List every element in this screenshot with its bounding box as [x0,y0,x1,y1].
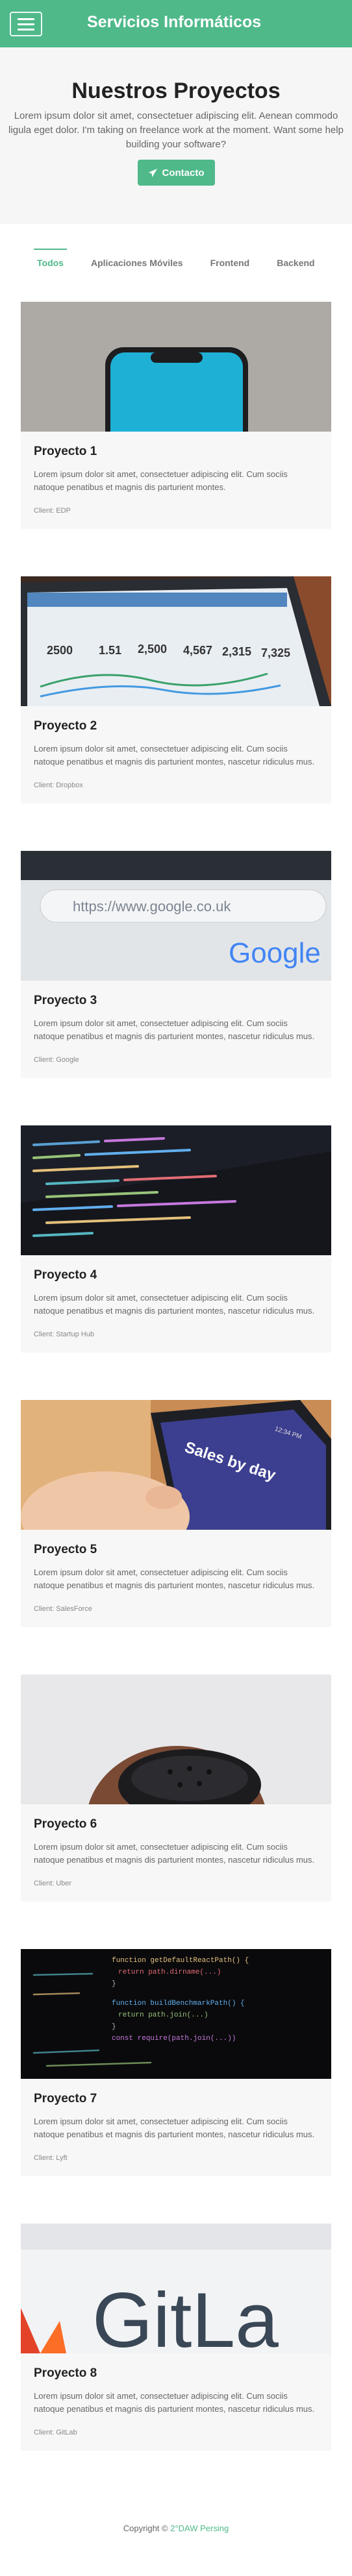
project-description: Lorem ipsum dolor sit amet, consectetuer… [34,1018,315,1041]
react-code-photo[interactable]: function getDefaultReactPath() { return … [21,1949,331,2079]
code-line-5: return path.join(...) [118,2011,208,2019]
project-card[interactable]: 2500 1.51 2,500 4,567 2,315 7,325 Proyec… [21,576,331,803]
project-card[interactable]: Sales by day 12:34 PM Proyecto 5 Lorem i… [21,1400,331,1627]
project-client: Client: Startup Hub [34,1331,94,1338]
site-brand[interactable]: Servicios Informáticos [87,13,261,32]
code-line-1: function getDefaultReactPath() { [112,1957,249,1965]
project-description: Lorem ipsum dolor sit amet, consectetuer… [34,469,288,492]
copyright-text: Copyright © [123,2523,168,2533]
project-title: Proyecto 8 [34,2366,97,2380]
code-line-3: } [112,1980,116,1988]
project-title: Proyecto 1 [34,445,97,458]
project-title: Proyecto 6 [34,1817,97,1831]
project-client: Client: GitLab [34,2429,77,2436]
filter-tabs: Todos Aplicaciones Móviles Frontend Back… [0,224,352,302]
stat-4: 4,567 [183,644,212,657]
project-client: Client: Lyft [34,2154,68,2162]
browser-google-photo[interactable]: https://www.google.co.uk Google [21,851,331,981]
project-card[interactable]: function getDefaultReactPath() { return … [21,1949,331,2176]
project-card[interactable]: GitLa Proyecto 8 Lorem ipsum dolor sit a… [21,2224,331,2451]
hero-section: Nuestros Proyectos Lorem ipsum dolor sit… [0,47,352,224]
stat-3: 2,500 [138,643,167,656]
project-client: Client: SalesForce [34,1605,92,1613]
gitlab-text: GitLa [92,2277,279,2353]
project-title: Proyecto 4 [34,1268,97,1282]
code-line-7: const require(path.join(...)) [112,2035,236,2042]
contact-button-label: Contacto [162,167,205,178]
contact-button[interactable]: Contacto [137,160,215,186]
hamburger-icon[interactable] [10,12,42,36]
laptop-analytics-photo[interactable]: 2500 1.51 2,500 4,567 2,315 7,325 [21,576,331,706]
project-description: Lorem ipsum dolor sit amet, consectetuer… [34,744,315,767]
project-description: Lorem ipsum dolor sit amet, consectetuer… [34,2391,315,2414]
page-title: Nuestros Proyectos [71,79,281,103]
footer-link[interactable]: 2°DAW Persing [170,2523,229,2533]
project-title: Proyecto 5 [34,1543,97,1556]
project-card[interactable]: https://www.google.co.uk Google Proyecto… [21,851,331,1078]
project-card[interactable]: Proyecto 1 Lorem ipsum dolor sit amet, c… [21,302,331,529]
code-screen-photo[interactable] [21,1125,331,1255]
stat-5: 2,315 [222,645,251,658]
paper-plane-icon [148,168,157,177]
sales-app-photo[interactable]: Sales by day 12:34 PM [21,1400,331,1530]
project-title: Proyecto 7 [34,2092,97,2105]
project-client: Client: Dropbox [34,781,83,789]
tab-todos[interactable]: Todos [34,249,67,275]
project-card[interactable]: Proyecto 4 Lorem ipsum dolor sit amet, c… [21,1125,331,1353]
browser-url: https://www.google.co.uk [73,898,231,914]
phone-photo[interactable] [21,302,331,432]
gitlab-photo[interactable]: GitLa [21,2224,331,2353]
tab-frontend[interactable]: Frontend [210,251,250,275]
tab-backend[interactable]: Backend [277,251,314,275]
tab-aplicaciones-moviles[interactable]: Aplicaciones Móviles [91,251,183,275]
vr-headset-photo[interactable] [21,1674,331,1804]
project-description: Lorem ipsum dolor sit amet, consectetuer… [34,2116,315,2139]
footer: Copyright © 2°DAW Persing [0,2451,352,2553]
project-client: Client: Uber [34,1880,72,1887]
project-client: Client: EDP [34,507,71,515]
projects-grid: Proyecto 1 Lorem ipsum dolor sit amet, c… [0,302,352,2451]
project-description: Lorem ipsum dolor sit amet, consectetuer… [34,1842,315,1865]
project-card[interactable]: Proyecto 6 Lorem ipsum dolor sit amet, c… [21,1674,331,1902]
google-logo: Google [229,937,321,969]
project-client: Client: Google [34,1056,79,1064]
project-description: Lorem ipsum dolor sit amet, consectetuer… [34,1567,315,1590]
hero-text: Lorem ipsum dolor sit amet, consectetuer… [8,110,344,150]
stat-6: 7,325 [261,646,290,659]
stat-1: 2500 [47,644,73,657]
project-title: Proyecto 2 [34,719,97,733]
code-line-2: return path.dirname(...) [118,1969,221,1976]
project-title: Proyecto 3 [34,994,97,1007]
navbar: Servicios Informáticos [0,0,352,47]
code-line-6: } [112,2023,116,2031]
project-description: Lorem ipsum dolor sit amet, consectetuer… [34,1293,315,1316]
code-line-4: function buildBenchmarkPath() { [112,2000,245,2007]
stat-2: 1.51 [99,644,121,657]
